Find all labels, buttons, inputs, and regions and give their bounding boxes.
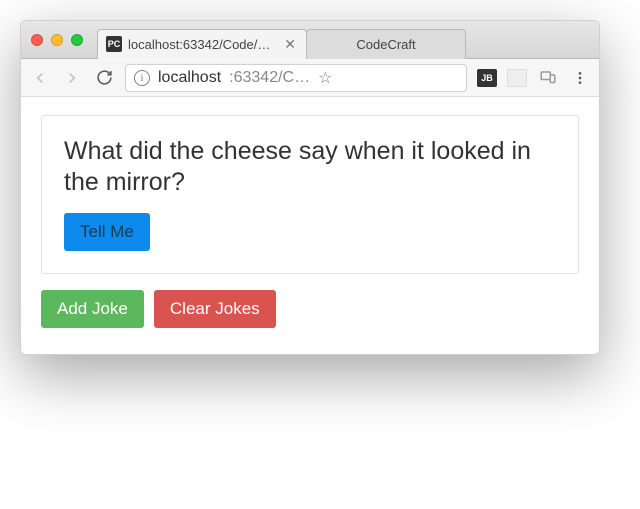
tab-bar: PC localhost:63342/Code/4.co ✕ CodeCraft [21,21,599,59]
tab-inactive[interactable]: CodeCraft [306,29,466,59]
address-bar[interactable]: i localhost :63342/C… ☆ [125,64,467,92]
forward-button[interactable] [61,67,83,89]
toolbar: i localhost :63342/C… ☆ JB [21,59,599,97]
joke-card: What did the cheese say when it looked i… [41,115,579,274]
menu-button[interactable] [569,67,591,89]
favicon: PC [106,36,122,52]
actions-row: Add Joke Clear Jokes [41,290,579,328]
add-joke-button[interactable]: Add Joke [41,290,144,328]
extension-icon[interactable] [507,69,527,87]
site-info-icon[interactable]: i [134,70,150,86]
tab-title: CodeCraft [315,37,457,52]
zoom-window-button[interactable] [71,34,83,46]
tell-me-button[interactable]: Tell Me [64,213,150,251]
close-tab-icon[interactable]: ✕ [282,36,298,53]
bookmark-star-icon[interactable]: ☆ [318,68,332,88]
tab-active[interactable]: PC localhost:63342/Code/4.co ✕ [97,29,307,59]
window-controls [31,34,83,46]
close-window-button[interactable] [31,34,43,46]
minimize-window-button[interactable] [51,34,63,46]
jetbrains-extension-icon[interactable]: JB [477,69,497,87]
url-host: localhost [158,69,221,87]
clear-jokes-button[interactable]: Clear Jokes [154,290,276,328]
url-path: :63342/C… [229,69,310,87]
back-button[interactable] [29,67,51,89]
tab-title: localhost:63342/Code/4.co [128,37,276,52]
browser-window: PC localhost:63342/Code/4.co ✕ CodeCraft… [20,20,600,355]
page-content: What did the cheese say when it looked i… [21,97,599,354]
reload-button[interactable] [93,67,115,89]
joke-setup-text: What did the cheese say when it looked i… [64,136,556,197]
devices-icon[interactable] [537,67,559,89]
